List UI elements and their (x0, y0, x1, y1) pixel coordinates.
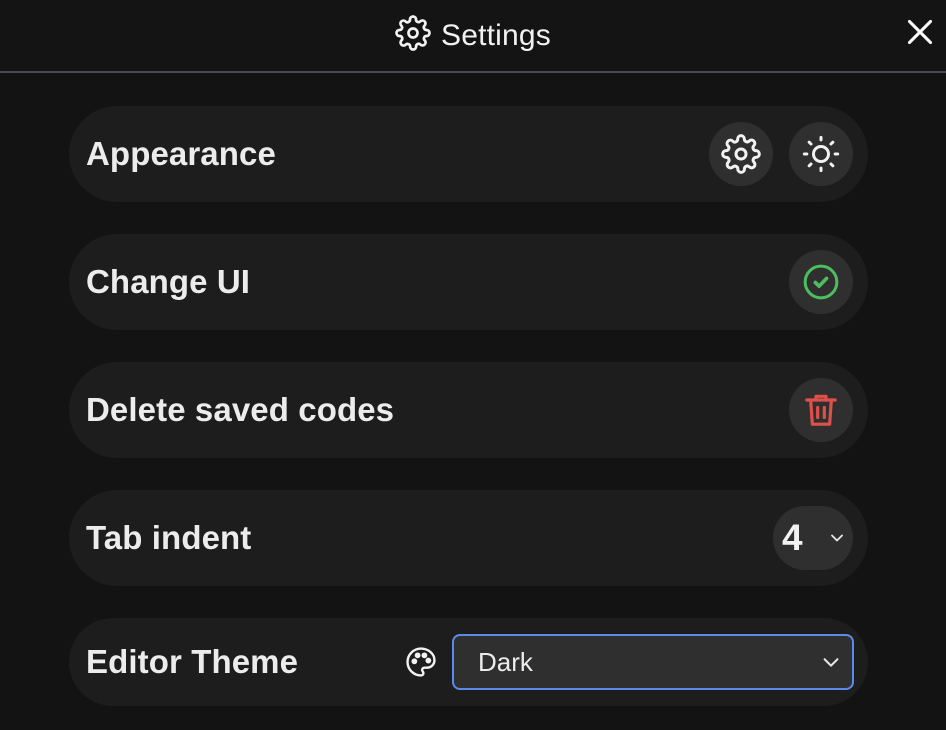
tab-indent-row: Tab indent 4 (69, 490, 868, 586)
change-ui-button[interactable] (789, 250, 853, 314)
sun-icon (802, 135, 840, 173)
palette-icon (406, 647, 436, 677)
delete-codes-button[interactable] (789, 378, 853, 442)
chevron-down-icon (823, 658, 839, 667)
editor-theme-select[interactable]: Dark (452, 634, 854, 690)
page-title: Settings (441, 18, 551, 52)
light-theme-button[interactable] (789, 122, 853, 186)
appearance-label: Appearance (86, 135, 276, 172)
appearance-row: Appearance (69, 106, 868, 202)
change-ui-label: Change UI (86, 263, 251, 300)
close-button[interactable] (904, 14, 936, 50)
delete-codes-row: Delete saved codes (69, 362, 868, 458)
trash-icon (805, 394, 837, 426)
gear-icon (721, 134, 761, 174)
chevron-down-icon (831, 534, 843, 542)
editor-theme-row: Editor Theme Dark (69, 618, 868, 706)
title-group: Settings (0, 0, 946, 71)
delete-codes-label: Delete saved codes (86, 391, 395, 428)
gear-icon (395, 15, 431, 56)
tab-indent-label: Tab indent (86, 519, 252, 556)
editor-theme-label: Editor Theme (86, 643, 299, 680)
system-theme-button[interactable] (709, 122, 773, 186)
tab-indent-select[interactable]: 4 (773, 506, 853, 570)
change-ui-row: Change UI (69, 234, 868, 330)
settings-header: Settings (0, 0, 946, 73)
close-icon (907, 19, 933, 45)
check-circle-icon (803, 264, 839, 300)
tab-indent-value: 4 (782, 517, 803, 558)
editor-theme-value: Dark (478, 646, 533, 677)
